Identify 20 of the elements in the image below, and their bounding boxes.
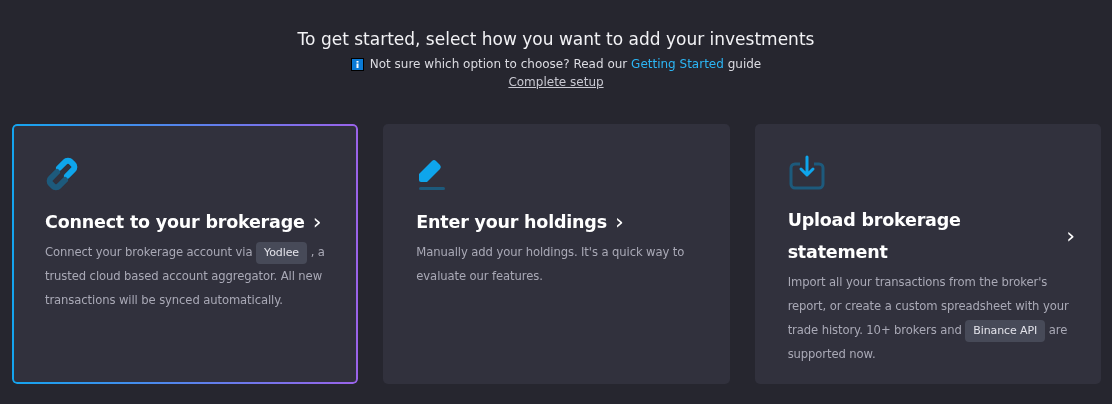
hint-text: Not sure which option to choose? Read our xyxy=(369,57,629,71)
option-title: Enter your holdings xyxy=(416,211,607,234)
option-card[interactable]: Upload brokerage statement › Import all your transactions from the broker's report, or create a custom spreadsheet with your trade history. 10+ brokers and Binance API are supported now. xyxy=(754,124,1101,384)
option-card[interactable]: Enter your holdings › Manually add your holdings. It's a quick way to evaluate our features. xyxy=(383,124,730,384)
chevron-icon: › xyxy=(614,206,624,238)
hint-text: guide xyxy=(726,57,762,71)
option-description: Connect your brokerage account via Yodlee , a trusted cloud based account aggregator. All new transactions will be synced automatically. xyxy=(45,240,333,312)
option-description: Manually add your holdings. It's a quick way to evaluate our features. xyxy=(416,244,686,285)
download-tray-icon xyxy=(787,154,826,192)
provider-tag: Binance API xyxy=(965,320,1046,342)
page-title: To get started, select how you want to add your investments xyxy=(297,28,815,51)
option-description: Import all your transactions from the broker's report, or create a custom spreadsheet with your trade history. 10+ brokers and Binance API are supported now. xyxy=(787,274,1070,363)
option-title: Connect to your brokerage xyxy=(45,211,305,234)
option-title: Upload brokerage statement xyxy=(787,209,962,264)
getting-started-link[interactable]: Getting Started xyxy=(631,57,724,71)
option-card[interactable]: Connect to your brokerage › Connect your brokerage account via Yodlee , a trusted cloud based account aggregator. All new transactions will be synced automatically. xyxy=(12,124,359,384)
chevron-icon: › xyxy=(1066,220,1075,252)
chevron-icon: › xyxy=(312,206,322,238)
complete-setup-link[interactable]: Complete setup xyxy=(508,75,604,89)
info-icon xyxy=(350,57,364,71)
